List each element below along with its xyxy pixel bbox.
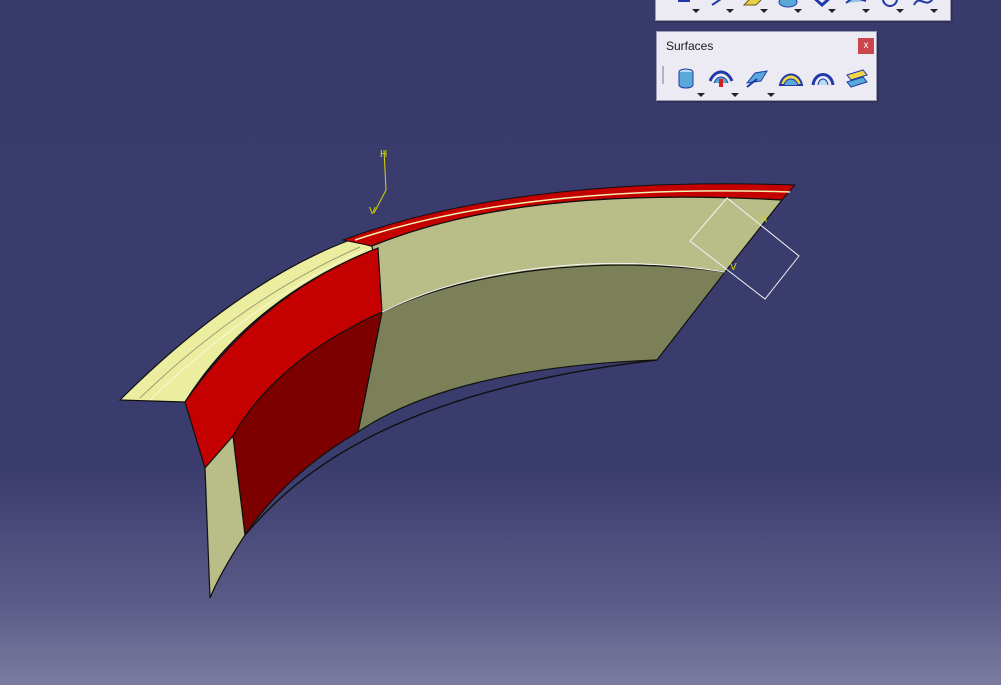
blend-icon — [846, 69, 868, 88]
toolbar-title: Surfaces — [666, 39, 714, 53]
sweep-button[interactable] — [741, 65, 775, 97]
loft-button[interactable] — [807, 65, 839, 93]
fill-icon — [778, 73, 804, 86]
plane-label: V — [730, 262, 737, 273]
surfaces-toolbar: Surfaces x — [656, 31, 877, 101]
line-icon[interactable] — [704, 0, 736, 19]
parallel-curve-icon[interactable] — [840, 0, 872, 19]
extrude-button[interactable] — [671, 65, 705, 97]
top-toolbar — [655, 0, 951, 21]
offset-button[interactable] — [705, 65, 739, 97]
extrude-icon — [678, 68, 694, 89]
toolbar-grip[interactable] — [662, 66, 664, 84]
plane-icon[interactable] — [738, 0, 770, 19]
plane-label-2: H — [760, 214, 767, 225]
blend-button[interactable] — [841, 65, 873, 93]
fill-button[interactable] — [775, 65, 807, 93]
circle-icon[interactable] — [874, 0, 906, 19]
loft-icon — [811, 73, 835, 86]
projection-icon[interactable] — [772, 0, 804, 19]
axis-system-icon: H V — [369, 149, 387, 217]
svg-text:V: V — [369, 206, 376, 217]
intersection-icon[interactable] — [806, 0, 838, 19]
spline-icon[interactable] — [908, 0, 940, 19]
sweep-icon — [745, 70, 768, 88]
3d-viewport[interactable]: H V V H — [0, 0, 1001, 685]
point-icon[interactable] — [670, 0, 702, 19]
svg-text:H: H — [380, 149, 387, 160]
close-button[interactable]: x — [858, 38, 874, 54]
offset-icon — [708, 70, 734, 87]
